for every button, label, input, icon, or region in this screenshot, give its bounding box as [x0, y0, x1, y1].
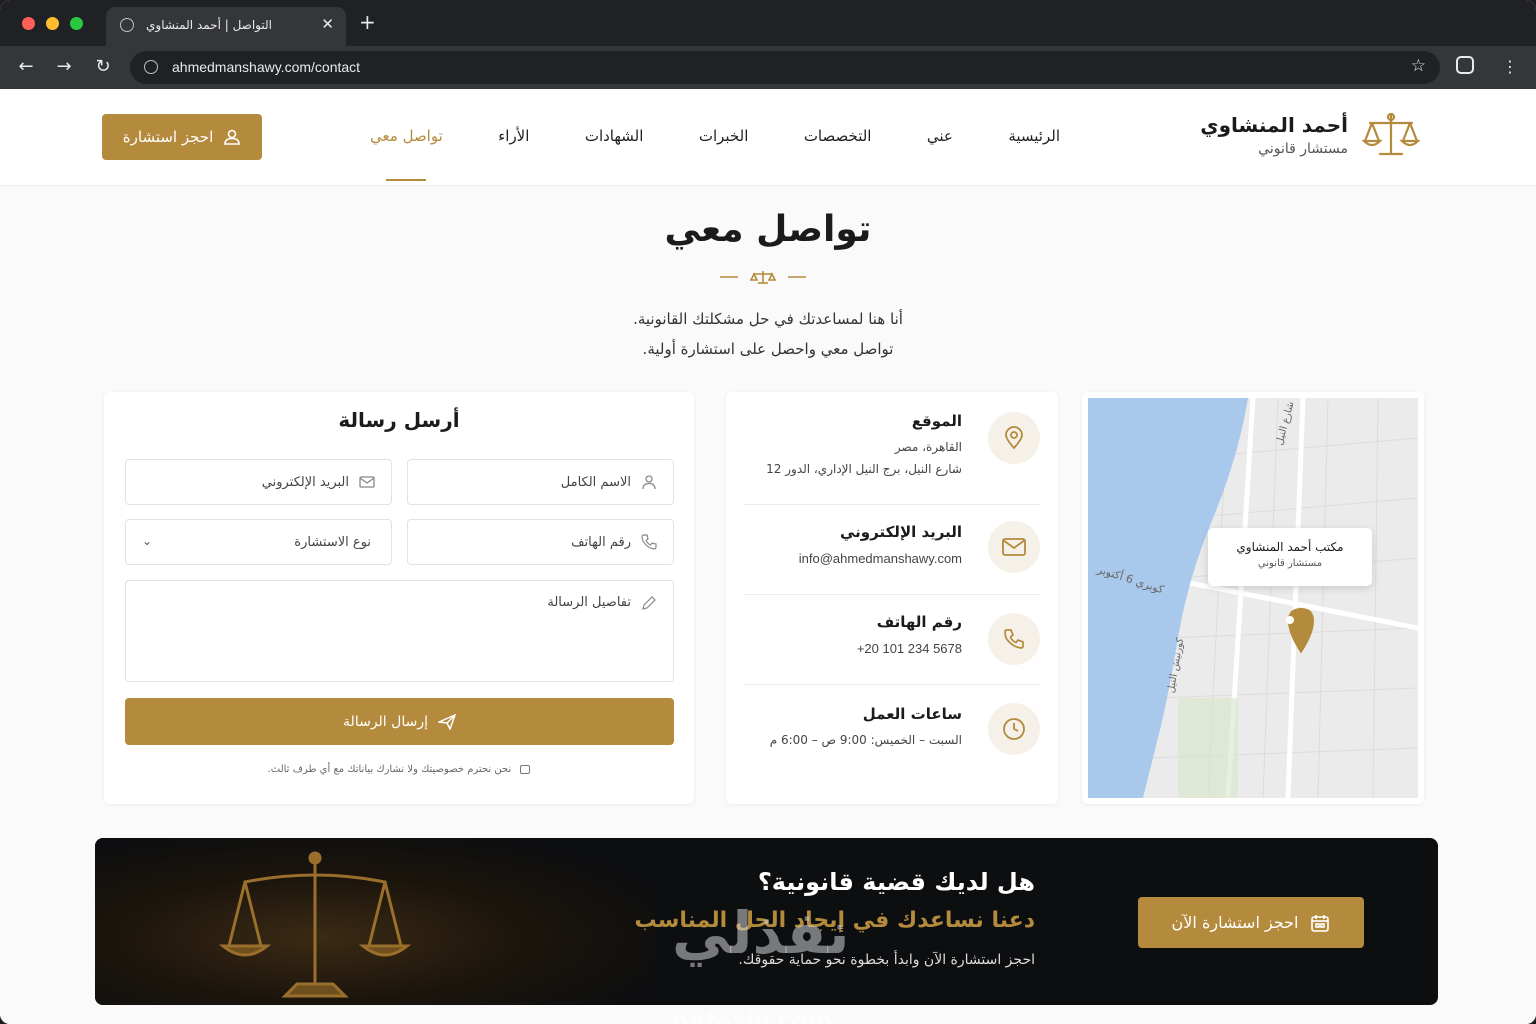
email-placeholder: البريد الإلكتروني: [261, 474, 349, 490]
zoom-window-button[interactable]: [70, 17, 83, 30]
tab-title: التواصل | أحمد المنشاوي: [146, 18, 272, 32]
brand-name: أحمد المنشاوي: [1200, 113, 1348, 137]
book-consultation-now-button[interactable]: احجز استشارة الآن: [1138, 897, 1364, 948]
brand[interactable]: أحمد المنشاوي مستشار قانوني: [1200, 111, 1420, 159]
map-popup-title: مكتب أحمد المنشاوي: [1236, 540, 1344, 554]
hours-value: السبت – الخميس: 9:00 ص – 6:00 م: [769, 733, 962, 747]
form-title: أرسل رسالة: [338, 408, 460, 432]
address-bar[interactable]: ahmedmanshawy.com/contact ☆: [130, 51, 1440, 84]
menu-dots-icon[interactable]: ⋮: [1498, 55, 1522, 79]
nav-specialties[interactable]: التخصصات: [804, 127, 872, 167]
user-icon: [224, 129, 241, 145]
watermark-latin: nafezly.com: [672, 1007, 833, 1024]
message-placeholder: تفاصيل الرسالة: [547, 595, 631, 610]
intro-line-2: تواصل معي واحصل على استشارة أولية.: [642, 340, 894, 358]
user-icon: [642, 475, 656, 490]
consultation-type-placeholder: نوع الاستشارة: [294, 534, 371, 550]
pencil-icon: [642, 596, 656, 610]
map-popup-subtitle: مستشار قانوني: [1257, 558, 1323, 569]
page-title: تواصل معي: [664, 209, 872, 250]
nav-experience[interactable]: الخبرات: [699, 127, 749, 167]
forward-button[interactable]: →: [52, 55, 76, 79]
consultation-type-select[interactable]: نوع الاستشارة ⌄: [125, 519, 392, 565]
location-city: القاهرة، مصر: [894, 440, 962, 454]
hours-title: ساعات العمل: [862, 705, 962, 723]
website: أحمد المنشاوي مستشار قانوني الرئيسية عني…: [0, 89, 1536, 1024]
phone-placeholder: رقم الهاتف: [571, 534, 631, 550]
email-value[interactable]: info@ahmedmanshawy.com: [799, 551, 962, 566]
intro-text: أنا هنا لمساعدتك في حل مشكلتك القانونية.…: [0, 304, 1536, 364]
send-message-label: إرسال الرسالة: [343, 713, 428, 730]
email-title: البريد الإلكتروني: [840, 523, 962, 541]
browser-window: التواصل | أحمد المنشاوي ✕ + ← → ↻ ahmedm…: [0, 0, 1536, 1024]
new-tab-button[interactable]: +: [359, 10, 376, 34]
location-title: الموقع: [911, 412, 962, 430]
calendar-icon: [1311, 914, 1330, 932]
location-pin-icon: [988, 412, 1040, 464]
lock-icon: [520, 764, 531, 774]
chevron-down-icon: ⌄: [142, 534, 153, 548]
send-icon: [437, 713, 456, 730]
brand-subtitle: مستشار قانوني: [1258, 141, 1348, 157]
nav-testimonials[interactable]: الأراء: [498, 127, 529, 167]
tab-bar: التواصل | أحمد المنشاوي ✕ +: [0, 0, 1536, 46]
email-field[interactable]: البريد الإلكتروني: [125, 459, 392, 505]
info-email: البريد الإلكتروني info@ahmedmanshawy.com: [744, 505, 1040, 595]
nav-certificates[interactable]: الشهادات: [585, 127, 644, 167]
scales-divider-icon: [720, 271, 806, 284]
window-controls: [22, 17, 83, 30]
phone-value[interactable]: +20 101 234 5678: [857, 641, 962, 656]
bookmark-star-icon[interactable]: ☆: [1411, 56, 1426, 76]
site-info-icon[interactable]: [144, 60, 158, 74]
full-name-field[interactable]: الاسم الكامل: [407, 459, 674, 505]
browser-tab[interactable]: التواصل | أحمد المنشاوي ✕: [106, 7, 346, 46]
main-nav: الرئيسية عني التخصصات الخبرات الشهادات ا…: [370, 127, 1060, 167]
nav-home[interactable]: الرئيسية: [1008, 127, 1060, 167]
scales-of-justice-image: [218, 851, 412, 998]
contact-info-card: الموقع القاهرة، مصر شارع النيل، برج الني…: [726, 392, 1058, 804]
mail-icon: [988, 521, 1040, 573]
map-card: مكتب أحمد المنشاوي مستشار قانوني كوبري 6…: [1082, 392, 1424, 804]
phone-field[interactable]: رقم الهاتف: [407, 519, 674, 565]
map-popup: مكتب أحمد المنشاوي مستشار قانوني: [1208, 528, 1372, 586]
book-consultation-button[interactable]: احجز استشارة: [102, 114, 262, 160]
nav-about[interactable]: عني: [927, 127, 953, 167]
reload-button[interactable]: ↻: [91, 55, 115, 79]
privacy-note: نحن نحترم خصوصيتك ولا نشارك بياناتك مع أ…: [104, 764, 694, 775]
intro-line-1: أنا هنا لمساعدتك في حل مشكلتك القانونية.: [633, 310, 903, 328]
info-hours: ساعات العمل السبت – الخميس: 9:00 ص – 6:0…: [744, 685, 1040, 795]
mail-icon: [359, 476, 375, 488]
book-consultation-label: احجز استشارة: [122, 128, 214, 146]
phone-icon: [641, 534, 657, 550]
info-phone: رقم الهاتف +20 101 234 5678: [744, 595, 1040, 685]
office-map[interactable]: مكتب أحمد المنشاوي مستشار قانوني كوبري 6…: [1088, 398, 1418, 798]
full-name-placeholder: الاسم الكامل: [560, 474, 631, 490]
banner-title: هل لديك قضية قانونية؟: [757, 868, 1035, 896]
extensions-icon[interactable]: [1456, 56, 1474, 74]
url-text: ahmedmanshawy.com/contact: [172, 59, 361, 75]
phone-title: رقم الهاتف: [876, 613, 962, 631]
map-canvas: [1088, 398, 1418, 798]
info-location: الموقع القاهرة، مصر شارع النيل، برج الني…: [744, 392, 1040, 505]
back-button[interactable]: ←: [14, 55, 38, 79]
watermark-arabic: نفذلي: [672, 899, 850, 967]
phone-icon: [988, 613, 1040, 665]
tab-close-icon[interactable]: ✕: [321, 15, 334, 33]
location-address: شارع النيل، برج النيل الإداري، الدور 12: [766, 462, 962, 476]
scales-logo-icon: [1362, 112, 1420, 156]
site-header: أحمد المنشاوي مستشار قانوني الرئيسية عني…: [0, 89, 1536, 186]
clock-icon: [988, 703, 1040, 755]
nav-contact[interactable]: تواصل معي: [370, 127, 443, 167]
minimize-window-button[interactable]: [46, 17, 59, 30]
privacy-text: نحن نحترم خصوصيتك ولا نشارك بياناتك مع أ…: [267, 764, 512, 775]
message-textarea[interactable]: تفاصيل الرسالة: [125, 580, 674, 682]
contact-form-card: أرسل رسالة الاسم الكامل البريد الإلكترون…: [104, 392, 694, 804]
close-window-button[interactable]: [22, 17, 35, 30]
send-message-button[interactable]: إرسال الرسالة: [125, 698, 674, 745]
browser-toolbar: ← → ↻ ahmedmanshawy.com/contact ☆ ⋮: [0, 46, 1536, 89]
book-consultation-now-label: احجز استشارة الآن: [1171, 913, 1299, 932]
tab-favicon-icon: [120, 18, 134, 32]
